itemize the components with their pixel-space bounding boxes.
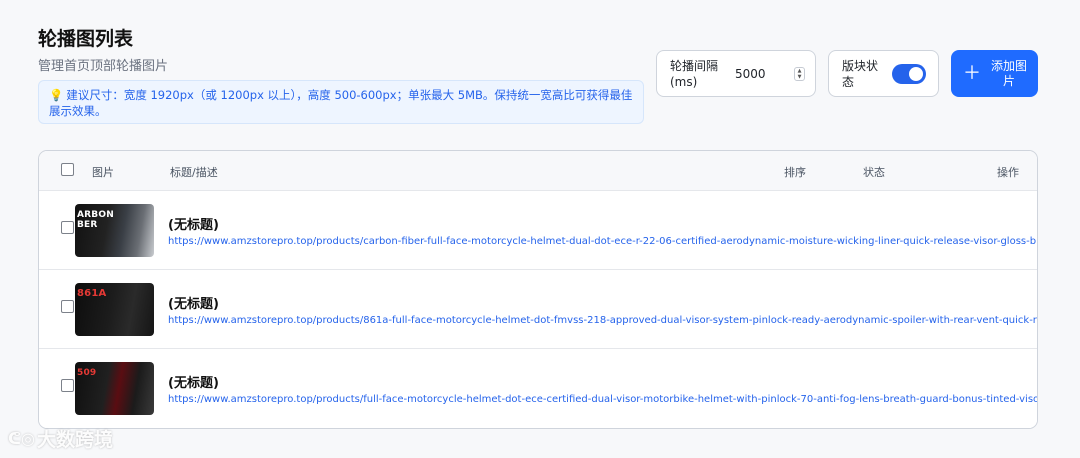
column-status: 状态	[863, 166, 885, 179]
tip-text: 建议尺寸：宽度 1920px（或 1200px 以上），高度 500-600px…	[49, 88, 633, 118]
row-title: (无标题)	[168, 297, 219, 312]
row-link[interactable]: https://www.amzstorepro.top/products/car…	[168, 236, 1037, 247]
row-link[interactable]: https://www.amzstorepro.top/products/ful…	[168, 394, 1037, 405]
layout-status-label: 版块状态	[842, 59, 879, 89]
watermark-text: 大数跨境	[37, 429, 114, 451]
row-checkbox[interactable]	[61, 300, 74, 313]
thumbnail-image: 509	[75, 362, 154, 415]
interval-control: 轮播间隔 (ms) 5000 ▲ ▼	[656, 50, 816, 97]
thumbnail-text: 861A	[77, 288, 107, 299]
row-checkbox[interactable]	[61, 379, 74, 392]
interval-input[interactable]: 5000 ▲ ▼	[727, 64, 805, 84]
add-image-label: 添加图片	[990, 58, 1027, 88]
page-subtitle: 管理首页顶部轮播图片	[38, 59, 169, 74]
layout-status-toggle[interactable]	[892, 64, 926, 84]
interval-stepper[interactable]: ▲ ▼	[794, 67, 805, 81]
thumbnail-text: ARBON BER	[77, 210, 114, 230]
thumbnail-text: 509	[77, 368, 97, 378]
interval-label: 轮播间隔 (ms)	[670, 59, 719, 89]
row-title: (无标题)	[168, 376, 219, 391]
interval-value[interactable]: 5000	[727, 67, 794, 81]
table-header: 图片 标题/描述 排序 状态 操作	[39, 151, 1037, 191]
watermark: ᕦ◎ 大数跨境	[8, 425, 113, 452]
row-title: (无标题)	[168, 218, 219, 233]
toggle-knob	[909, 67, 923, 81]
thumbnail-image: 861A	[75, 283, 154, 336]
carousel-table: 图片 标题/描述 排序 状态 操作 ARBON BER (无标题) https:…	[38, 150, 1038, 429]
lightbulb-icon: 💡	[49, 88, 64, 102]
column-title: 标题/描述	[170, 166, 218, 179]
column-actions: 操作	[997, 166, 1019, 179]
chevron-down-icon[interactable]: ▼	[798, 74, 802, 80]
row-link[interactable]: https://www.amzstorepro.top/products/861…	[168, 315, 1037, 326]
column-image: 图片	[92, 166, 114, 179]
table-row[interactable]: 509 (无标题) https://www.amzstorepro.top/pr…	[39, 349, 1037, 428]
table-row[interactable]: ARBON BER (无标题) https://www.amzstorepro.…	[39, 191, 1037, 270]
thumbnail-image: ARBON BER	[75, 204, 154, 257]
layout-status-control: 版块状态	[828, 50, 939, 97]
plus-icon: ＋	[963, 62, 981, 84]
row-checkbox[interactable]	[61, 221, 74, 234]
column-order: 排序	[784, 166, 806, 179]
select-all-checkbox[interactable]	[61, 163, 74, 176]
page-title: 轮播图列表	[38, 28, 134, 50]
add-image-button[interactable]: ＋ 添加图片	[951, 50, 1038, 97]
watermark-logo-icon: ᕦ◎	[8, 429, 36, 448]
size-tip: 💡 建议尺寸：宽度 1920px（或 1200px 以上），高度 500-600p…	[38, 80, 644, 124]
table-row[interactable]: 861A (无标题) https://www.amzstorepro.top/p…	[39, 270, 1037, 349]
